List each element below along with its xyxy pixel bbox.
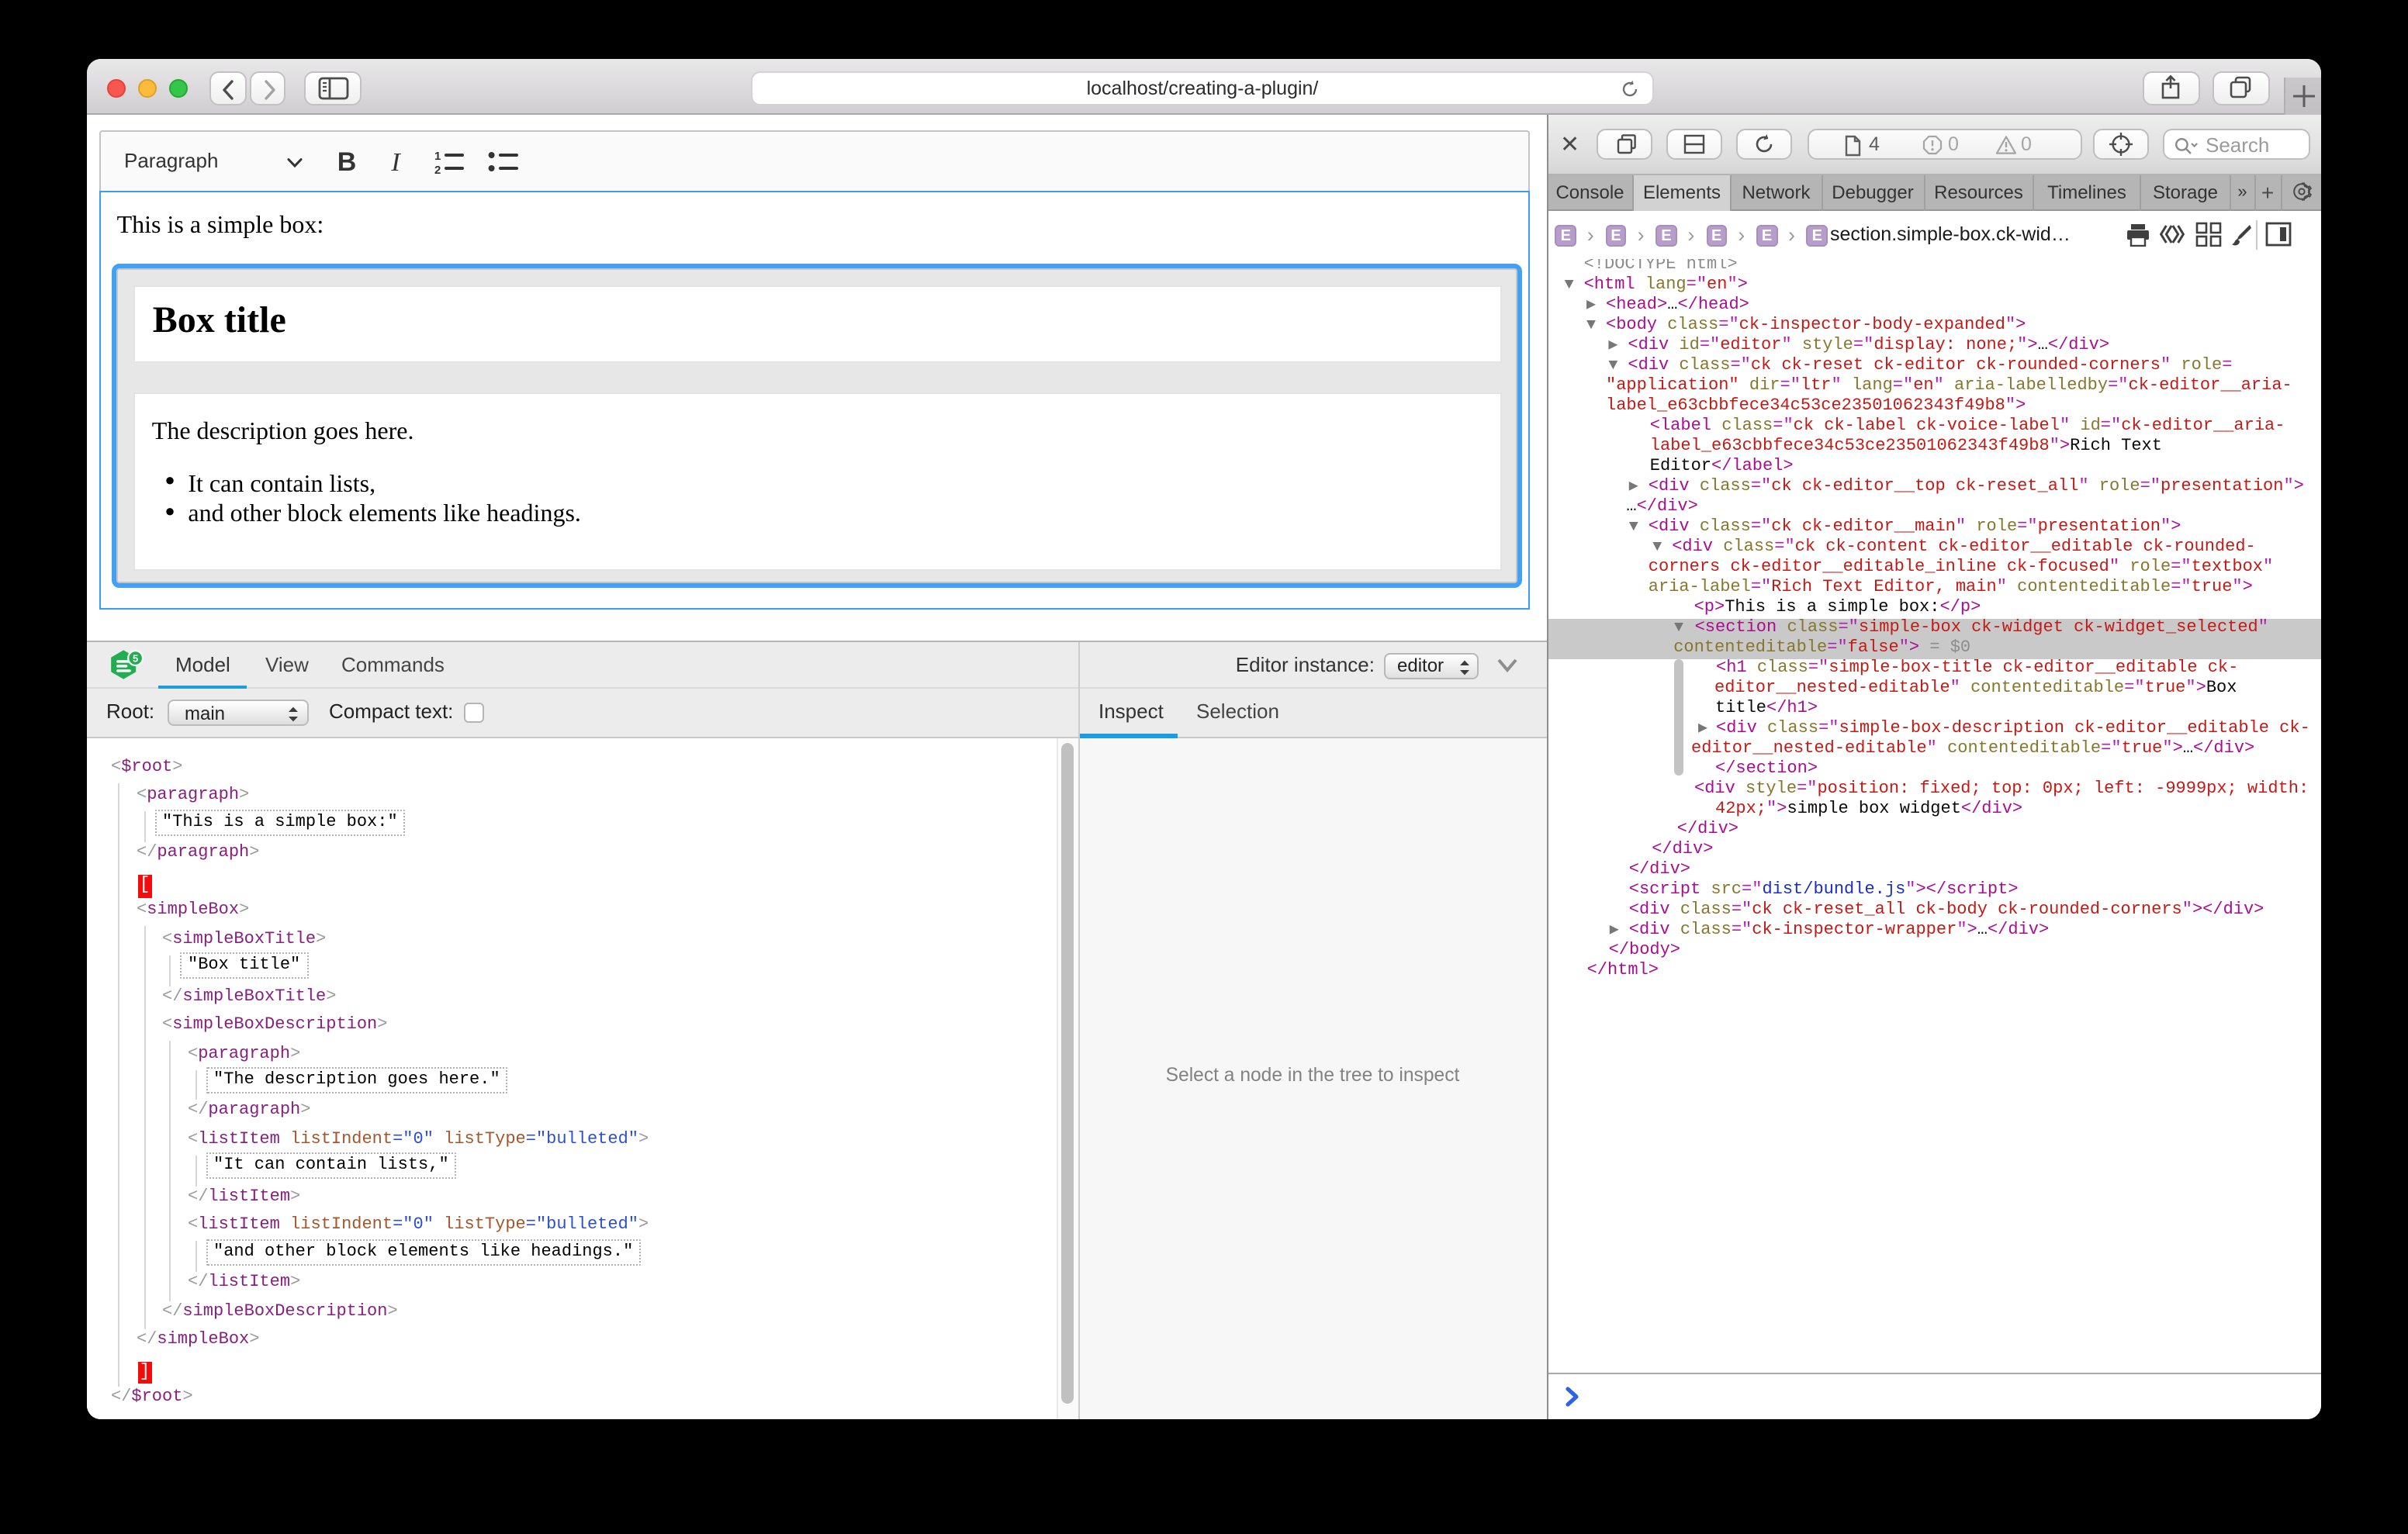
svg-text:1: 1 — [434, 149, 440, 162]
svg-text:5: 5 — [132, 651, 137, 663]
svg-text:2: 2 — [434, 163, 440, 176]
